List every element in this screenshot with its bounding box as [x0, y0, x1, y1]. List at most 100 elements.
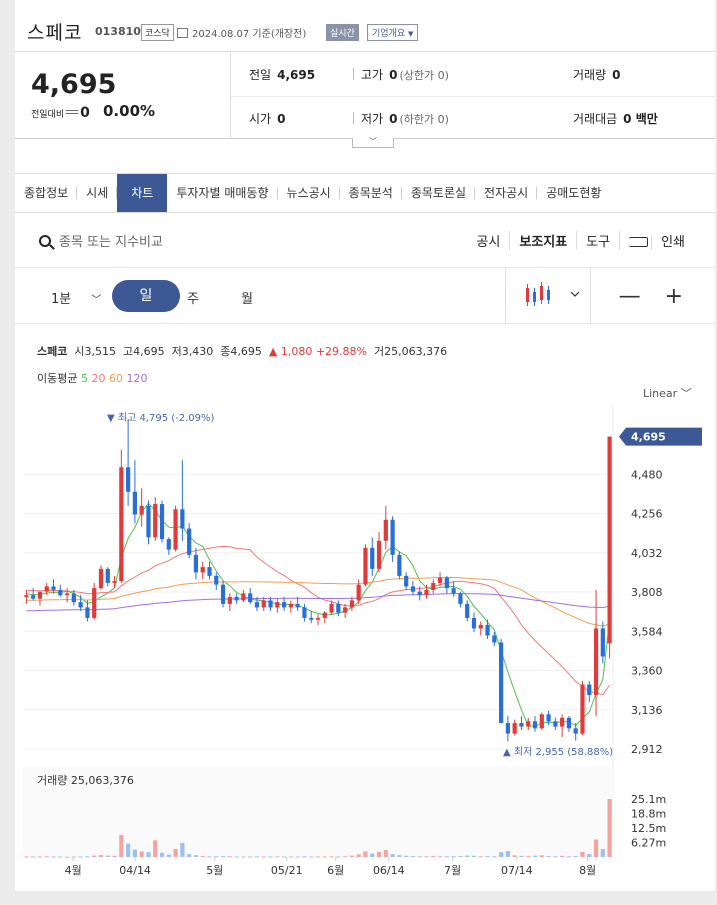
volume-bar	[24, 856, 29, 858]
volume-bar	[607, 799, 612, 857]
volume-bar	[390, 854, 395, 857]
volume-bar	[64, 856, 70, 858]
candle-body	[336, 603, 341, 613]
price-tick-label: 4,256	[631, 508, 663, 521]
volume-bar	[492, 856, 497, 858]
volume-bar	[78, 856, 83, 858]
volume-bar	[248, 856, 253, 858]
candle-body	[248, 593, 253, 603]
current-price-label: 4,695	[631, 431, 666, 444]
candle-body	[315, 617, 321, 620]
candle-body	[132, 491, 137, 515]
candle-body	[207, 567, 212, 576]
volume-bar	[146, 852, 151, 857]
candle-body	[444, 577, 449, 589]
candle-body	[166, 539, 171, 550]
volume-bar	[383, 850, 388, 857]
candle-body	[268, 600, 273, 608]
volume-bar	[600, 849, 605, 857]
candle-body	[499, 642, 504, 724]
candle-body	[254, 602, 260, 608]
volume-bar	[404, 855, 409, 857]
candle-body	[465, 603, 470, 618]
volume-bar	[336, 856, 341, 858]
candle-body	[295, 603, 300, 608]
volume-bar	[288, 856, 293, 858]
price-chart[interactable]: 4,480 4,256 4,032 3,808 3,584 3,360 3,136 2,912…	[15, 0, 715, 891]
candle-body	[526, 721, 531, 727]
volume-bar	[526, 856, 531, 858]
candle-body	[383, 519, 388, 541]
price-tick-label: 2,912	[631, 743, 663, 756]
volume-bar	[532, 855, 538, 857]
x-tick-label: 8월	[579, 864, 596, 877]
price-tick-label: 4,480	[631, 468, 663, 481]
volume-bar	[220, 856, 226, 858]
volume-bar	[180, 842, 185, 857]
candle-body	[44, 586, 49, 592]
volume-bar	[553, 856, 558, 858]
volume-bar	[315, 856, 321, 858]
candle-body	[214, 575, 219, 585]
candle-body	[573, 728, 578, 734]
ma120-line	[26, 593, 610, 612]
volume-bar	[376, 851, 382, 857]
candle-body	[546, 714, 551, 722]
candle-body	[193, 554, 199, 573]
candle-body	[349, 600, 355, 608]
candle-body	[397, 554, 402, 576]
candle-body	[227, 596, 232, 604]
x-tick-label: 4월	[65, 864, 82, 877]
volume-bar	[44, 856, 49, 858]
volume-tick-label: 12.5m	[631, 822, 666, 835]
candle-body	[24, 595, 29, 597]
volume-tick-label: 25.1m	[631, 793, 666, 806]
candle-body	[153, 504, 158, 538]
volume-bar	[51, 856, 56, 858]
volume-bar	[465, 855, 470, 857]
candle-body	[451, 588, 456, 594]
volume-bar	[343, 856, 348, 858]
volume-bar	[437, 856, 443, 858]
x-tick-label: 05/21	[271, 864, 303, 877]
candle-body	[553, 721, 558, 727]
volume-bar	[417, 856, 422, 858]
volume-bar	[112, 855, 117, 857]
volume-bar	[173, 848, 178, 857]
volume-bar	[539, 855, 544, 857]
candle-body	[98, 568, 104, 589]
volume-bar	[322, 856, 327, 858]
volume-bar	[309, 856, 314, 858]
candle-body	[356, 584, 361, 601]
stock-panel: 스페코 013810 코스닥 2024.08.07 기준(개장전) 실시간 기업…	[15, 0, 715, 891]
candle-body	[51, 586, 56, 590]
volume-bar	[431, 856, 436, 858]
candle-body	[281, 602, 287, 608]
candle-body	[78, 602, 83, 608]
volume-bar	[499, 852, 504, 857]
volume-bar	[139, 851, 144, 857]
volume-bar	[92, 855, 97, 857]
volume-bar	[85, 856, 90, 858]
candle-body	[417, 591, 422, 596]
candle-body	[180, 509, 185, 529]
volume-bar	[566, 856, 572, 858]
candle-body	[187, 528, 192, 555]
candle-body	[424, 589, 429, 596]
volume-bar	[227, 856, 232, 858]
candle-body	[58, 589, 63, 596]
candle-body	[607, 436, 612, 644]
candle-body	[112, 581, 117, 583]
candle-body	[64, 593, 70, 596]
volume-bar	[261, 856, 266, 858]
volume-bar	[166, 854, 171, 857]
candle-body	[329, 603, 334, 613]
candle-body	[560, 717, 565, 727]
volume-bar	[234, 856, 239, 858]
candle-body	[105, 568, 110, 583]
volume-bar	[58, 856, 63, 858]
volume-bar	[587, 853, 592, 857]
volume-bar	[573, 856, 578, 858]
volume-bar	[295, 856, 300, 858]
candle-body	[343, 607, 348, 613]
